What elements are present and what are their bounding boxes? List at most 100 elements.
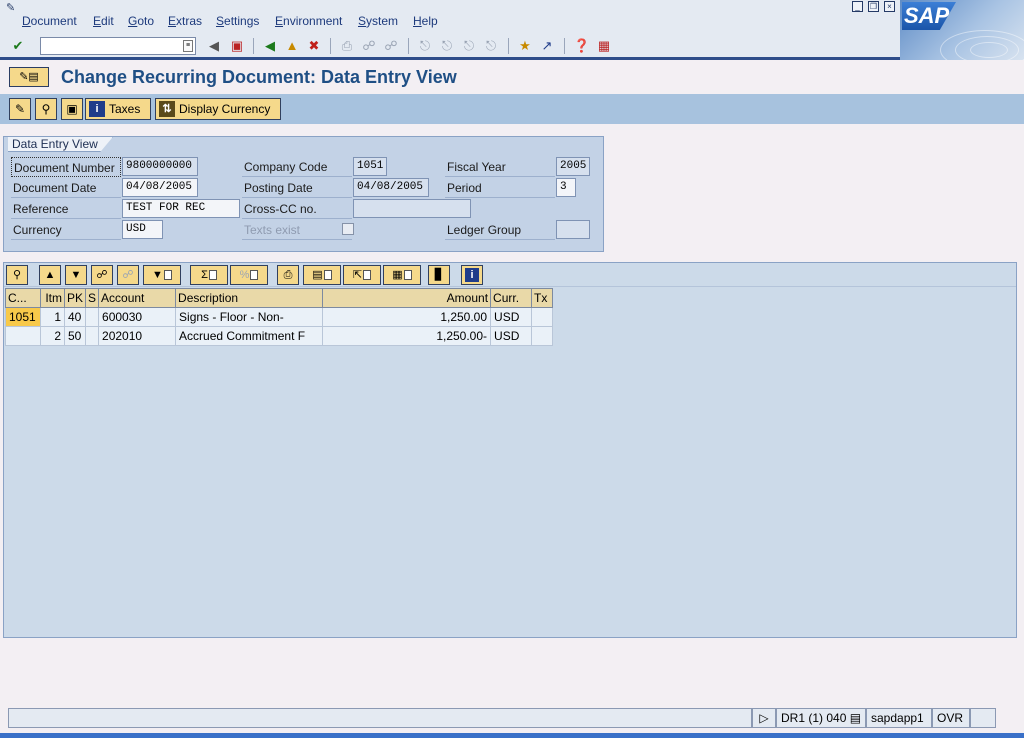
grid-print-button[interactable]: ⎙ (277, 265, 299, 285)
document-number-field[interactable]: 9800000000 (122, 157, 198, 176)
system-toolbar: ✔ ≡ ◀ ▣ ◀ ▲ ✖ ⎙ ☍ ☍ ⎋ ⎋ ⎋ ⎋ ★ ↗ ❓ ▦ (0, 32, 900, 60)
restore-icon[interactable]: ❐ (868, 1, 879, 12)
cross-cc-field[interactable] (353, 199, 471, 218)
sum-icon: Σ (201, 269, 208, 281)
grid-details-button[interactable]: ⚲ (6, 265, 28, 285)
cell-item[interactable]: 2 (40, 326, 65, 346)
status-message-area (8, 708, 752, 728)
grid-find-button[interactable]: ☍ (91, 265, 113, 285)
period-field[interactable]: 3 (556, 178, 576, 197)
filter-button[interactable]: ▼ (143, 265, 181, 285)
enter-check-icon[interactable]: ✔ (9, 37, 27, 55)
cell-account[interactable]: 202010 (98, 326, 177, 346)
cell-item[interactable]: 1 (40, 307, 65, 327)
cell-tax[interactable] (531, 326, 554, 346)
views-button[interactable]: ▤ (303, 265, 341, 285)
col-company-code[interactable]: C... (5, 288, 41, 308)
col-posting-key[interactable]: PK (63, 288, 87, 308)
cell-description[interactable]: Accrued Commitment F (175, 326, 324, 346)
system-info[interactable]: DR1 (1) 040 ▤ (776, 708, 866, 728)
display-currency-button[interactable]: ⇅ Display Currency (155, 98, 281, 120)
company-code-label: Company Code (242, 157, 352, 177)
stamp-icon: ▣ (66, 102, 78, 116)
ledger-group-field[interactable] (556, 220, 590, 239)
col-amount[interactable]: Amount (322, 288, 492, 308)
menu-environment[interactable]: Environment (275, 14, 342, 28)
layout-button[interactable]: ▦ (383, 265, 421, 285)
close-window-icon[interactable]: × (884, 1, 895, 12)
menu-settings[interactable]: Settings (216, 14, 259, 28)
cell-posting-key[interactable]: 40 (63, 307, 87, 327)
cell-posting-key[interactable]: 50 (63, 326, 87, 346)
subtotal-icon: % (239, 269, 250, 281)
table-row[interactable]: 1051 1 40 600030 Signs - Floor - Non- 1,… (5, 307, 554, 327)
col-currency[interactable]: Curr. (490, 288, 533, 308)
taxes-button[interactable]: i Taxes (85, 98, 151, 120)
first-page-icon: ⎋ (419, 38, 431, 53)
document-overview-icon[interactable]: ✎▤ (9, 67, 49, 87)
total-button[interactable]: Σ (190, 265, 228, 285)
create-session-icon[interactable]: ★ (516, 37, 534, 55)
cell-amount[interactable]: 1,250.00 (322, 307, 492, 327)
sort-descending-button[interactable]: ▼ (65, 265, 87, 285)
company-code-field[interactable]: 1051 (353, 157, 387, 176)
insert-mode[interactable]: OVR (932, 708, 970, 728)
display-currency-label: Display Currency (179, 102, 271, 116)
help-icon[interactable]: ❓ (573, 37, 591, 55)
col-account[interactable]: Account (98, 288, 177, 308)
fiscal-year-field[interactable]: 2005 (556, 157, 590, 176)
cell-tax[interactable] (531, 307, 554, 327)
system-menu-icon[interactable]: ✎ (6, 2, 18, 14)
status-toggle-icon[interactable]: ▷ (752, 708, 776, 728)
period-label: Period (445, 178, 555, 198)
cell-currency[interactable]: USD (490, 307, 533, 327)
cell-company-code[interactable] (5, 326, 41, 346)
bar-chart-icon: ▊ (434, 269, 444, 281)
reference-label: Reference (11, 199, 121, 219)
back-icon[interactable]: ◀ (261, 37, 279, 55)
exit-icon[interactable]: ▲ (283, 37, 301, 55)
menu-system[interactable]: System (358, 14, 398, 28)
cancel-icon[interactable]: ✖ (305, 37, 323, 55)
graphic-button[interactable]: ▊ (428, 265, 450, 285)
grid-toolbar: ⚲ ▲ ▼ ☍ ☍ ▼ Σ % ⎙ ▤ ⇱ ▦ ▊ i (4, 263, 1016, 287)
menu-edit[interactable]: Edit (93, 14, 114, 28)
table-row[interactable]: 2 50 202010 Accrued Commitment F 1,250.0… (5, 326, 554, 346)
export-button[interactable]: ⇱ (343, 265, 381, 285)
command-field[interactable]: ≡ (40, 37, 196, 55)
shortcut-icon[interactable]: ↗ (538, 37, 556, 55)
col-description[interactable]: Description (175, 288, 324, 308)
minimize-icon[interactable]: _ (852, 1, 863, 12)
cell-amount[interactable]: 1,250.00- (322, 326, 492, 346)
cell-s[interactable] (85, 307, 100, 327)
menu-help[interactable]: Help (413, 14, 438, 28)
sap-logo-text: SAP (904, 3, 950, 28)
menu-goto[interactable]: Goto (128, 14, 154, 28)
menu-document[interactable]: Document (22, 14, 77, 28)
col-tax[interactable]: Tx (531, 288, 554, 308)
collapse-arrow-icon[interactable]: ◀ (205, 37, 223, 55)
fast-data-entry-button[interactable]: ▣ (61, 98, 83, 120)
cell-s[interactable] (85, 326, 100, 346)
cell-currency[interactable]: USD (490, 326, 533, 346)
col-item[interactable]: Itm (40, 288, 65, 308)
grid-info-button[interactable]: i (461, 265, 483, 285)
cell-description[interactable]: Signs - Floor - Non- (175, 307, 324, 327)
col-s[interactable]: S (85, 288, 100, 308)
posting-date-field[interactable]: 04/08/2005 (353, 178, 429, 197)
save-icon[interactable]: ▣ (228, 37, 246, 55)
display-change-button[interactable]: ✎ (9, 98, 31, 120)
currency-field[interactable]: USD (122, 220, 163, 239)
cell-account[interactable]: 600030 (98, 307, 177, 327)
layout-icon: ▦ (392, 269, 403, 281)
command-history-icon[interactable]: ≡ (183, 40, 193, 52)
layout-menu-icon[interactable]: ▦ (595, 37, 613, 55)
magnifier-icon: ⚲ (12, 269, 22, 281)
select-button[interactable]: ⚲ (35, 98, 57, 120)
system-info-icon: ▤ (849, 711, 862, 725)
reference-field[interactable]: TEST FOR REC (122, 199, 240, 218)
cell-company-code[interactable]: 1051 (5, 307, 41, 327)
document-date-field[interactable]: 04/08/2005 (122, 178, 198, 197)
sort-ascending-button[interactable]: ▲ (39, 265, 61, 285)
menu-extras[interactable]: Extras (168, 14, 202, 28)
